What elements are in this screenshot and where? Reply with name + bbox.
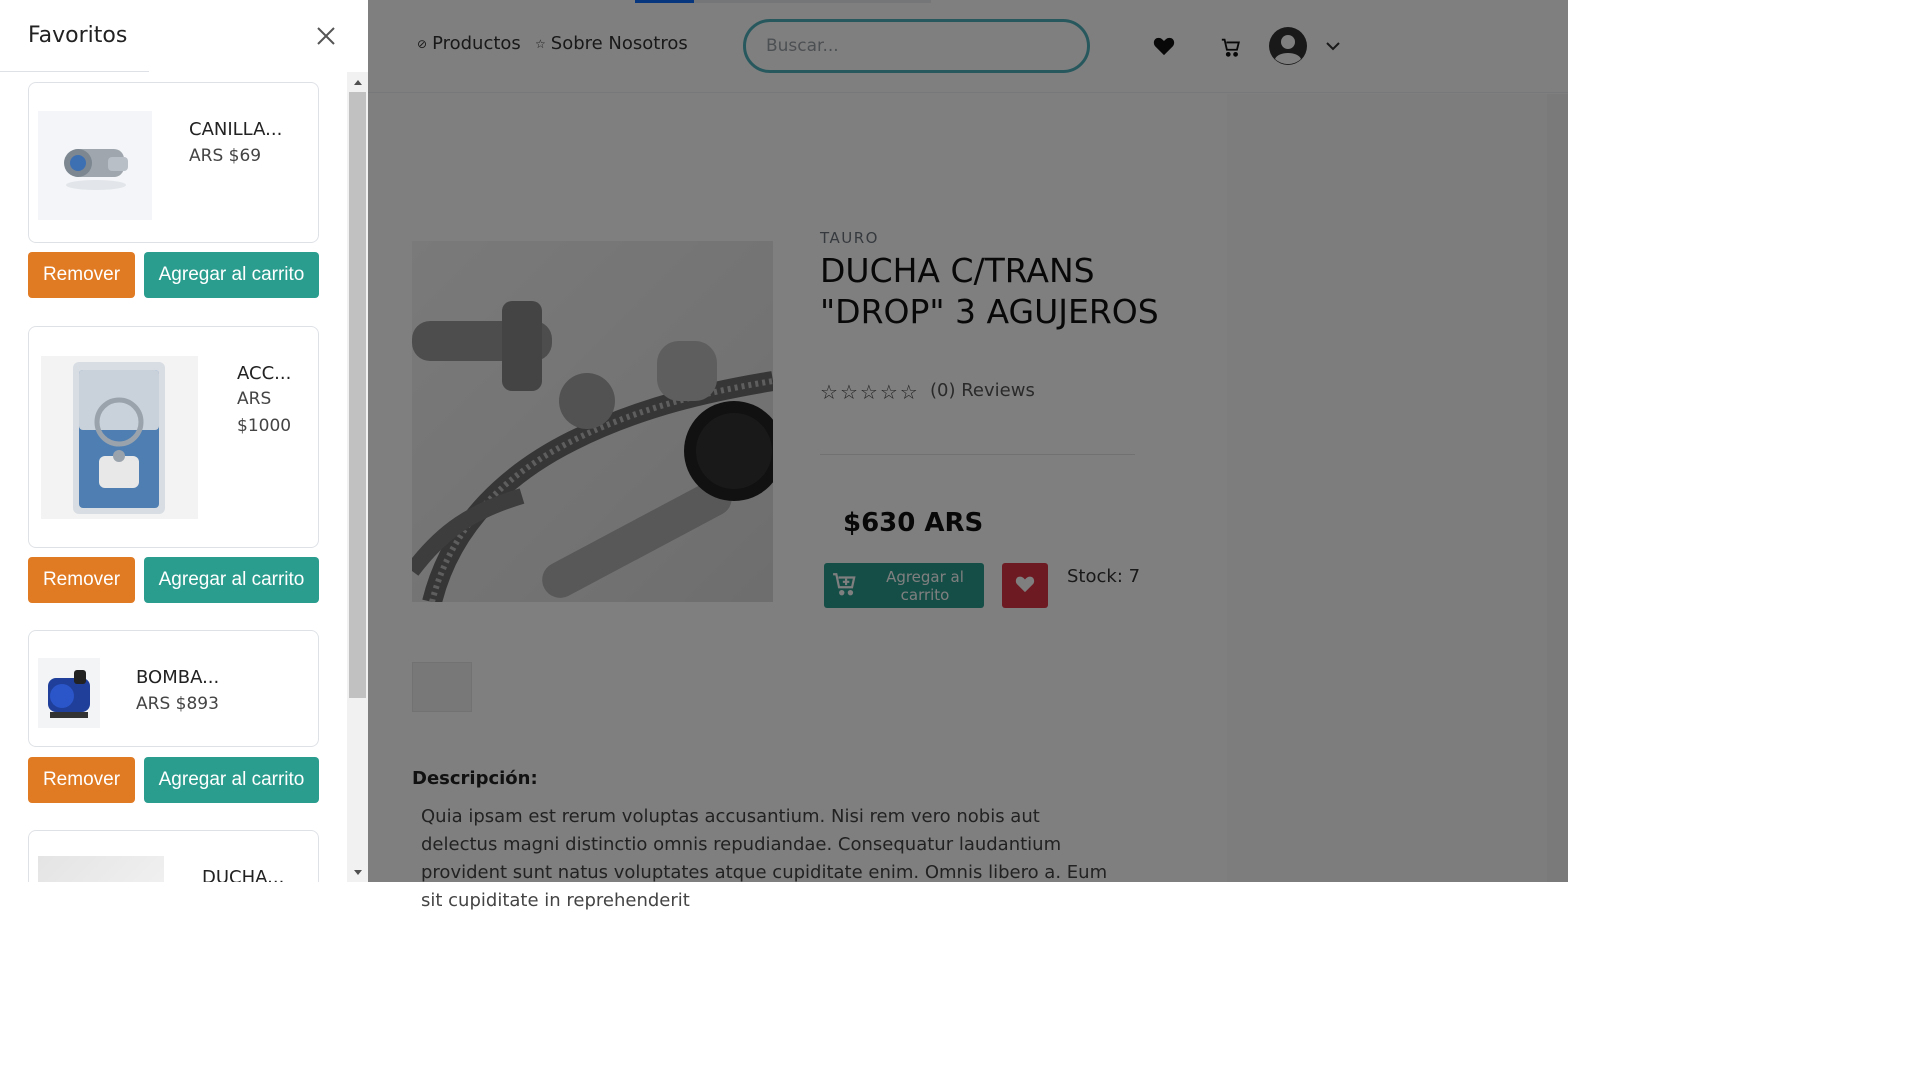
favorite-name[interactable]: ACC... [237,363,291,384]
favorite-image [38,111,152,220]
favorite-card: CANILLA... ARS $69 [28,82,319,243]
favorite-card: BOMBA... ARS $893 [28,630,319,747]
offcanvas-title: Favoritos [28,23,128,48]
scroll-down-arrow-icon[interactable] [347,864,368,880]
favorite-card: ACC... ARS $1000 [28,326,319,548]
favorite-price: ARS $893 [136,694,219,714]
favorites-offcanvas: Favoritos CANILLA... ARS $69 Remover Agr… [0,0,368,882]
favorite-image [38,856,164,882]
remove-favorite-button[interactable]: Remover [28,557,135,603]
favorite-name[interactable]: DUCHA... [202,867,284,882]
scrollbar[interactable] [347,72,368,882]
add-to-cart-button[interactable]: Agregar al carrito [144,757,319,803]
favorites-list: CANILLA... ARS $69 Remover Agregar al ca… [0,72,346,882]
favorite-name[interactable]: BOMBA... [136,667,219,688]
remove-favorite-button[interactable]: Remover [28,252,135,298]
favorite-card: DUCHA... [28,830,319,882]
favorite-name[interactable]: CANILLA... [189,119,282,140]
scroll-up-arrow-icon[interactable] [347,74,368,90]
favorite-price: ARS $1000 [237,389,292,436]
add-to-cart-button[interactable]: Agregar al carrito [144,252,319,298]
remove-favorite-button[interactable]: Remover [28,757,135,803]
close-icon [317,27,335,49]
favorite-price: ARS $69 [189,146,262,166]
favorite-image [41,356,198,519]
scrollbar-thumb[interactable] [349,92,366,698]
favorite-image [38,658,100,728]
close-button[interactable] [312,24,340,52]
add-to-cart-button[interactable]: Agregar al carrito [144,557,319,603]
